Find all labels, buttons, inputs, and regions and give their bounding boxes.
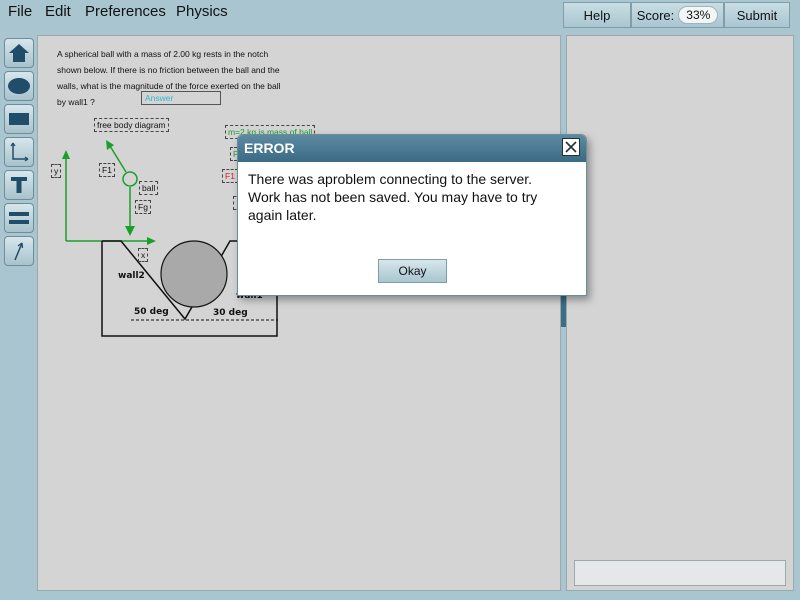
home-tool-icon[interactable] — [4, 38, 34, 68]
f1-label[interactable]: F1 — [99, 163, 115, 177]
score-display: Score: 33% — [631, 2, 724, 28]
okay-button[interactable]: Okay — [378, 259, 447, 283]
score-label: Score: — [636, 7, 675, 23]
fg-arrowhead — [125, 226, 135, 236]
angle-left-label: 50 deg — [134, 307, 169, 317]
x-axis-arrowhead — [147, 237, 156, 245]
close-icon[interactable] — [562, 138, 580, 156]
ball-point — [122, 171, 138, 187]
wall2-label: wall2 — [118, 271, 145, 281]
f1-arrowhead — [106, 140, 114, 150]
vector-tool-icon[interactable] — [4, 236, 34, 266]
y-axis-label[interactable]: y — [51, 164, 62, 178]
drawing-canvas[interactable]: A spherical ball with a mass of 2.00 kg … — [37, 35, 561, 591]
fbd-label[interactable]: free body diagram — [94, 118, 169, 132]
rectangle-tool-icon[interactable] — [4, 104, 34, 134]
ellipse-tool-icon[interactable] — [4, 71, 34, 101]
axes-tool-icon[interactable] — [4, 137, 34, 167]
hint-panel — [566, 35, 794, 591]
submit-button[interactable]: Submit — [724, 2, 790, 28]
f1-red-label[interactable]: F1 — [222, 169, 238, 183]
fg-label[interactable]: Fg — [135, 200, 151, 214]
help-button[interactable]: Help — [563, 2, 631, 28]
menu-physics[interactable]: Physics — [176, 3, 228, 20]
text-tool-icon[interactable] — [4, 170, 34, 200]
dialog-title: ERROR — [238, 135, 586, 162]
dialog-message: There was aproblem connecting to the ser… — [248, 171, 538, 223]
ball — [160, 240, 228, 308]
menu-file[interactable]: File — [8, 3, 32, 20]
error-dialog: ERROR There was aproblem connecting to t… — [237, 134, 587, 296]
menu-bar: File Edit Preferences Physics Help Score… — [0, 0, 800, 28]
menu-preferences[interactable]: Preferences — [85, 3, 166, 20]
y-axis-arrowhead — [62, 150, 70, 159]
x-axis-label[interactable]: x — [138, 248, 149, 262]
ball-label[interactable]: ball — [139, 181, 159, 195]
hint-input[interactable] — [574, 560, 786, 586]
equation-tool-icon[interactable] — [4, 203, 34, 233]
score-value: 33% — [678, 6, 719, 24]
menu-edit[interactable]: Edit — [45, 3, 71, 20]
angle-right-label: 30 deg — [213, 308, 248, 318]
